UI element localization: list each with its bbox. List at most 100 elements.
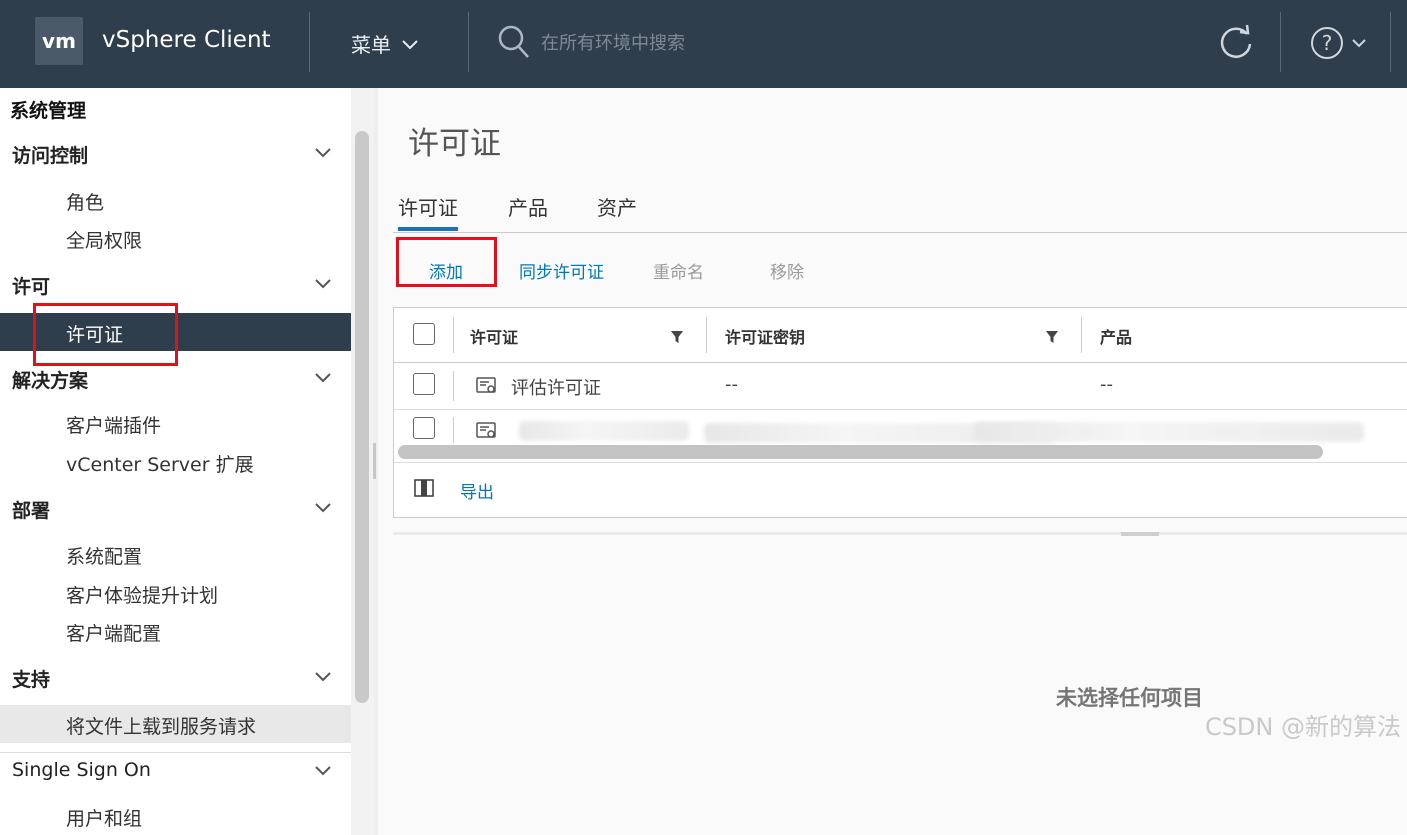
chevron-down-icon — [315, 148, 331, 158]
sidebar-item-upload-file[interactable]: 将文件上载到服务请求 — [0, 705, 351, 743]
rename-button[interactable]: 重命名 — [653, 258, 704, 283]
section-label: 许可 — [12, 276, 51, 298]
section-label: 部署 — [12, 500, 51, 522]
sidebar: 系统管理 访问控制 角色 全局权限 许可 许可证 解决方案 客户端插件 vCen… — [0, 88, 374, 835]
row-checkbox[interactable] — [413, 417, 435, 439]
menu-label: 菜单 — [351, 33, 391, 57]
vmware-logo[interactable]: vm — [35, 17, 83, 65]
sidebar-item-label: 系统配置 — [66, 546, 143, 568]
svg-text:?: ? — [1322, 31, 1333, 55]
table-row[interactable] — [394, 409, 1407, 445]
search-icon — [498, 25, 529, 58]
section-label: 访问控制 — [12, 145, 89, 167]
redacted-text — [974, 422, 1364, 442]
sidebar-item-label: 客户端配置 — [66, 623, 162, 645]
sidebar-item-users-groups[interactable]: 用户和组 — [0, 797, 351, 835]
table-row[interactable]: 评估许可证 -- -- — [394, 363, 1407, 410]
license-key-cell: -- — [725, 374, 738, 395]
column-divider — [453, 317, 454, 353]
sidebar-item-system-config[interactable]: 系统配置 — [0, 535, 351, 573]
tab-assets[interactable]: 资产 — [597, 192, 637, 221]
app-title[interactable]: vSphere Client — [102, 27, 271, 53]
table-header: 许可证 许可证密钥 产品 — [394, 308, 1407, 363]
sidebar-scrollbar-thumb[interactable] — [355, 131, 369, 703]
chevron-down-icon — [315, 279, 331, 289]
search-input[interactable]: 在所有环境中搜索 — [541, 29, 685, 55]
sidebar-item-label: 客户端插件 — [66, 415, 162, 437]
highlight-box — [396, 237, 497, 287]
table-footer: 导出 — [394, 462, 1407, 519]
chevron-down-icon — [315, 373, 331, 383]
tab-bar: 许可证 产品 资产 — [393, 181, 1407, 233]
global-search[interactable]: 在所有环境中搜索 — [497, 24, 685, 60]
section-label: 支持 — [12, 669, 51, 691]
chevron-down-icon — [315, 672, 331, 682]
column-divider — [453, 417, 454, 443]
top-bar: vm vSphere Client 菜单 在所有环境中搜索 ? — [0, 0, 1407, 88]
section-label: Single Sign On — [12, 759, 151, 781]
sidebar-section-deployment[interactable]: 部署 — [0, 490, 351, 526]
empty-selection-message: 未选择任何项目 — [1056, 686, 1203, 710]
sidebar-item-label: 将文件上载到服务请求 — [66, 716, 257, 738]
filter-icon[interactable] — [670, 330, 684, 344]
export-link[interactable]: 导出 — [460, 478, 494, 503]
product-cell: -- — [1100, 374, 1113, 395]
sidebar-item-global-permissions[interactable]: 全局权限 — [0, 219, 351, 257]
sidebar-item-label: 用户和组 — [66, 808, 143, 830]
help-icon: ? — [1311, 27, 1343, 59]
header-divider — [1280, 12, 1281, 72]
sidebar-section-sso[interactable]: Single Sign On — [0, 752, 351, 789]
sidebar-item-label: vCenter Server 扩展 — [66, 454, 254, 476]
refresh-icon — [1220, 24, 1252, 58]
remove-button[interactable]: 移除 — [770, 258, 804, 283]
sidebar-section-access-control[interactable]: 访问控制 — [0, 135, 351, 171]
sidebar-item-label: 全局权限 — [66, 230, 143, 252]
column-divider[interactable] — [1081, 317, 1082, 353]
menu-button[interactable]: 菜单 — [351, 29, 421, 58]
row-checkbox[interactable] — [413, 373, 435, 395]
column-toggle-icon[interactable] — [414, 479, 434, 497]
page-title: 许可证 — [408, 126, 501, 162]
sidebar-section-support[interactable]: 支持 — [0, 659, 351, 695]
header-divider — [1390, 12, 1391, 72]
sidebar-section-licensing[interactable]: 许可 — [0, 266, 351, 302]
sidebar-item-vcenter-extensions[interactable]: vCenter Server 扩展 — [0, 443, 351, 481]
watermark: CSDN @新的算法 — [1204, 713, 1401, 741]
chevron-down-icon — [402, 39, 418, 49]
sidebar-section-solutions[interactable]: 解决方案 — [0, 360, 351, 396]
header-divider — [468, 12, 469, 72]
sync-licenses-button[interactable]: 同步许可证 — [519, 258, 604, 283]
license-table: 许可证 许可证密钥 产品 评估许可证 -- -- 导出 — [393, 307, 1407, 518]
select-all-checkbox[interactable] — [413, 323, 435, 345]
column-divider[interactable] — [706, 317, 707, 353]
section-label: 解决方案 — [12, 370, 89, 392]
license-name-link[interactable]: 评估许可证 — [511, 374, 601, 400]
redacted-text — [519, 421, 689, 441]
help-menu[interactable]: ? — [1310, 26, 1368, 60]
filter-icon[interactable] — [1045, 330, 1059, 344]
chevron-down-icon — [315, 503, 331, 513]
sidebar-item-ceip[interactable]: 客户体验提升计划 — [0, 574, 351, 612]
tab-products[interactable]: 产品 — [508, 192, 548, 221]
sidebar-item-label: 角色 — [66, 192, 105, 214]
highlight-box — [33, 303, 178, 366]
detail-divider — [393, 532, 1407, 535]
tab-licenses[interactable]: 许可证 — [398, 192, 458, 231]
column-header-license[interactable]: 许可证 — [470, 324, 518, 348]
splitter-handle[interactable] — [373, 443, 376, 479]
license-icon — [476, 422, 496, 438]
license-icon — [476, 377, 496, 393]
sidebar-item-roles[interactable]: 角色 — [0, 181, 351, 219]
table-horizontal-scrollbar[interactable] — [398, 445, 1323, 459]
chevron-down-icon — [315, 766, 331, 776]
column-divider — [453, 371, 454, 401]
detail-resize-handle[interactable] — [1121, 532, 1159, 536]
column-header-license-key[interactable]: 许可证密钥 — [725, 324, 805, 348]
sidebar-item-client-plugins[interactable]: 客户端插件 — [0, 404, 351, 442]
chevron-down-icon — [1352, 39, 1366, 48]
refresh-button[interactable] — [1216, 22, 1256, 66]
sidebar-item-label: 客户体验提升计划 — [66, 585, 219, 607]
column-header-product[interactable]: 产品 — [1100, 324, 1132, 348]
sidebar-item-client-config[interactable]: 客户端配置 — [0, 612, 351, 650]
sidebar-title: 系统管理 — [10, 100, 87, 122]
